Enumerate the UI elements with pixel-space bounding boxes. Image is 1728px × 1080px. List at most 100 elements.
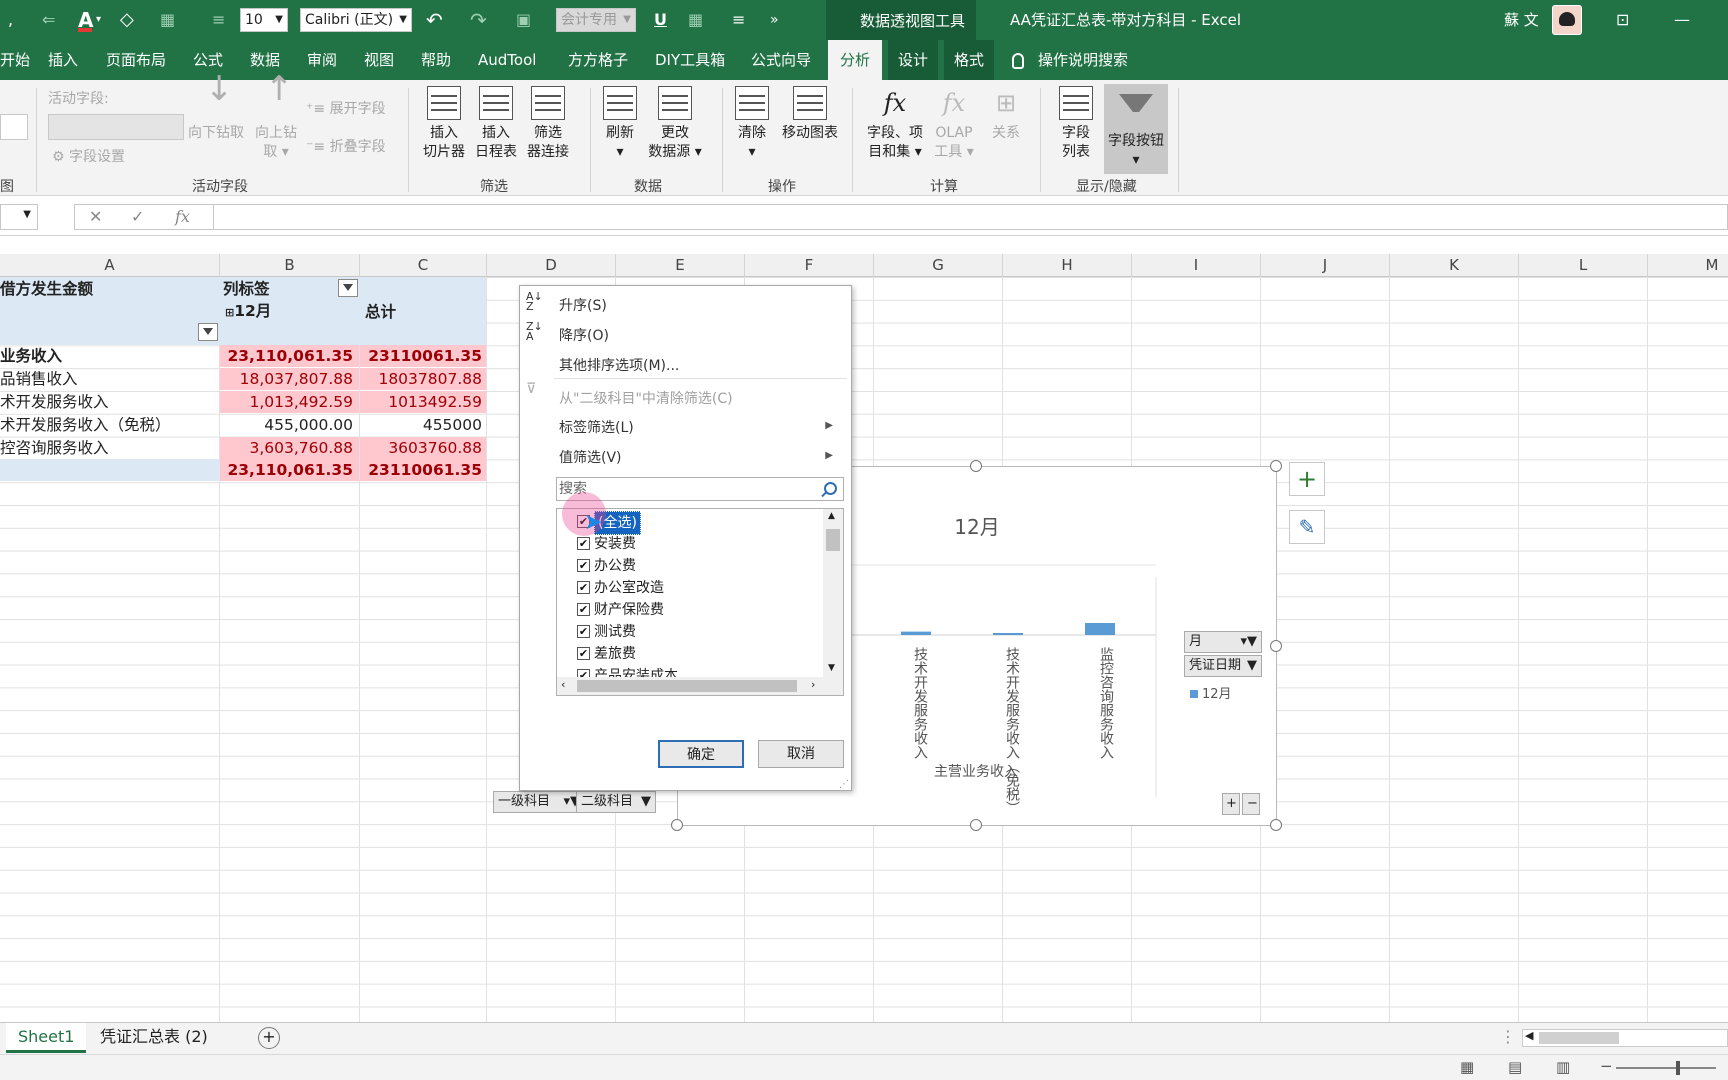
number-format-select[interactable]: 会计专用 ▼ bbox=[556, 8, 636, 32]
checkbox[interactable]: ✔ bbox=[577, 537, 590, 550]
field-buttons-button[interactable]: 字段按钮 ▾ bbox=[1104, 84, 1168, 174]
tab-split-handle-icon[interactable]: ⋮ bbox=[1500, 1023, 1516, 1053]
column-header[interactable]: B bbox=[220, 254, 360, 277]
tab-insert[interactable]: 插入 bbox=[48, 40, 78, 80]
merge-icon[interactable]: ▣ bbox=[516, 0, 531, 40]
checkbox[interactable]: ✔ bbox=[577, 647, 590, 660]
chart-elements-button[interactable]: + bbox=[1289, 462, 1325, 496]
column-header[interactable]: C bbox=[360, 254, 487, 277]
chart-name-box[interactable] bbox=[0, 114, 28, 140]
sort-descending-item[interactable]: 降序(O) bbox=[559, 325, 609, 345]
scroll-thumb[interactable] bbox=[1539, 1032, 1619, 1044]
cancel-button[interactable]: 取消 bbox=[758, 740, 844, 768]
pivot-cell-month[interactable]: 18,037,807.88 bbox=[220, 368, 359, 390]
pivot-cell-total[interactable]: 18037807.88 bbox=[360, 368, 486, 390]
column-header[interactable]: K bbox=[1390, 254, 1519, 277]
pivot-cell-month[interactable]: 3,603,760.88 bbox=[220, 437, 359, 459]
more-sort-options-item[interactable]: 其他排序选项(M)... bbox=[559, 355, 679, 375]
active-field-input[interactable] bbox=[48, 114, 184, 140]
column-header[interactable]: H bbox=[1003, 254, 1132, 277]
horizontal-sheet-scrollbar[interactable]: ◀ bbox=[1522, 1029, 1728, 1047]
pivot-cell-total[interactable]: 1013492.59 bbox=[360, 391, 486, 413]
minimize-icon[interactable]: — bbox=[1674, 0, 1690, 40]
row-filter-button[interactable] bbox=[198, 323, 218, 341]
page-break-view-icon[interactable]: ▥ bbox=[1556, 1058, 1570, 1076]
label-filter-item[interactable]: 标签筛选(L) ▶ bbox=[559, 417, 843, 437]
refresh-button[interactable]: 刷新 ▾ bbox=[598, 86, 642, 162]
filter-item-list[interactable]: ✔ (全选) ✔ 安装费 ✔ 办公费 ✔ 办公室改造 ✔ 财产保险费 ✔ 测试费 ✔ 差旅费 ✔ 产品安装成本… bbox=[556, 508, 844, 696]
legend-entry[interactable]: 12月 bbox=[1190, 683, 1232, 702]
chevron-right-icon[interactable]: › bbox=[811, 678, 815, 691]
column-header[interactable]: L bbox=[1519, 254, 1648, 277]
column-header[interactable]: G bbox=[874, 254, 1003, 277]
filter-connections-button[interactable]: 筛选 器连接 bbox=[522, 86, 574, 162]
table-icon[interactable]: ▦ bbox=[688, 0, 703, 40]
add-sheet-button[interactable]: + bbox=[258, 1027, 280, 1049]
pivot-month-header[interactable]: ⊞12月 bbox=[225, 300, 345, 324]
cancel-icon[interactable]: ✕ bbox=[89, 205, 102, 229]
pivot-cell-month[interactable]: 23,110,061.35 bbox=[220, 345, 359, 367]
drill-down-button[interactable]: 向下钻取 bbox=[186, 80, 246, 143]
vertical-scrollbar[interactable]: ▲ ▼ bbox=[823, 509, 843, 679]
chevron-left-icon[interactable]: ‹ bbox=[561, 678, 565, 691]
clear-button[interactable]: 清除 ▾ bbox=[730, 86, 774, 162]
align-icon[interactable]: ≡ bbox=[212, 0, 225, 40]
zoom-slider[interactable] bbox=[1616, 1067, 1716, 1069]
level1-field-button[interactable]: 一级科目 ▾▼ bbox=[493, 791, 583, 813]
wrap-icon[interactable]: ≡ bbox=[732, 0, 745, 40]
enter-icon[interactable]: ✓ bbox=[131, 205, 144, 229]
legend-date-button[interactable]: 凭证日期 ▼ bbox=[1184, 655, 1262, 677]
redo-icon[interactable]: ↷ bbox=[470, 0, 487, 40]
expand-field-icon[interactable]: + bbox=[1222, 793, 1240, 815]
column-header[interactable]: F bbox=[745, 254, 874, 277]
tab-formula-wizard[interactable]: 公式向导 bbox=[751, 40, 811, 80]
checkbox[interactable]: ✔ bbox=[577, 559, 590, 572]
horizontal-scrollbar[interactable]: ‹ › bbox=[557, 677, 843, 695]
pivot-cell-month[interactable]: 455,000.00 bbox=[220, 414, 359, 436]
field-settings-button[interactable]: ⚙ 字段设置 bbox=[52, 146, 125, 166]
scroll-thumb[interactable] bbox=[826, 529, 840, 551]
chevron-down-icon[interactable]: ▾ bbox=[96, 0, 101, 40]
pivot-cell-month[interactable]: 1,013,492.59 bbox=[220, 391, 359, 413]
sheet-tab-summary2[interactable]: 凭证汇总表 (2) bbox=[100, 1023, 208, 1053]
tab-analyze[interactable]: 分析 bbox=[828, 40, 883, 80]
change-data-source-button[interactable]: 更改 数据源 ▾ bbox=[646, 86, 704, 162]
column-header[interactable]: M bbox=[1648, 254, 1728, 277]
tab-design[interactable]: 设计 bbox=[888, 40, 939, 80]
pivot-cell-month[interactable]: 23,110,061.35 bbox=[220, 459, 359, 481]
checkbox[interactable]: ✔ bbox=[577, 581, 590, 594]
column-header[interactable]: I bbox=[1132, 254, 1261, 277]
tab-page-layout[interactable]: 页面布局 bbox=[106, 40, 166, 80]
checkbox[interactable]: ✔ bbox=[577, 625, 590, 638]
format-painter-icon[interactable]: ⇐ bbox=[42, 0, 55, 40]
borders-icon[interactable]: ▦ bbox=[160, 0, 175, 40]
normal-view-icon[interactable]: ▦ bbox=[1460, 1058, 1474, 1076]
name-box[interactable]: ▼ bbox=[0, 204, 38, 230]
resize-grip-icon[interactable]: ⋰ bbox=[839, 779, 849, 790]
tab-home[interactable]: 开始 bbox=[0, 40, 30, 80]
font-color-icon[interactable]: A bbox=[78, 0, 93, 40]
page-layout-view-icon[interactable]: ▤ bbox=[1508, 1058, 1522, 1076]
drill-up-button[interactable]: 向上钻取 ▾ bbox=[250, 80, 302, 162]
fill-color-icon[interactable]: ◇ bbox=[120, 0, 134, 40]
resize-handle[interactable] bbox=[671, 819, 683, 831]
column-header[interactable]: J bbox=[1261, 254, 1390, 277]
chevron-down-icon[interactable]: ▼ bbox=[828, 663, 835, 673]
pivot-cell-total[interactable]: 3603760.88 bbox=[360, 437, 486, 459]
pivot-row-label[interactable]: 术开发服务收入 bbox=[0, 391, 218, 413]
clear-filter-item[interactable]: 从"二级科目"中清除筛选(C) bbox=[559, 388, 733, 408]
zoom-slider-thumb[interactable] bbox=[1676, 1061, 1680, 1075]
checkbox[interactable]: ✔ bbox=[577, 603, 590, 616]
pivot-row-label[interactable]: 术开发服务收入（免税） bbox=[0, 414, 218, 436]
more-icon[interactable]: » bbox=[770, 0, 779, 40]
pivot-row-label[interactable]: 品销售收入 bbox=[0, 368, 218, 390]
insert-function-icon[interactable]: fx bbox=[175, 205, 190, 229]
chevron-left-icon[interactable]: ◀ bbox=[1525, 1029, 1533, 1042]
column-header[interactable]: A bbox=[0, 254, 220, 277]
resize-handle[interactable] bbox=[1270, 819, 1282, 831]
resize-handle[interactable] bbox=[970, 460, 982, 472]
formula-input[interactable] bbox=[214, 204, 1728, 230]
avatar[interactable] bbox=[1552, 5, 1582, 35]
user-name[interactable]: 蘇 文 bbox=[1504, 9, 1539, 30]
olap-tools-button[interactable]: fx OLAP 工具 ▾ bbox=[930, 86, 978, 162]
